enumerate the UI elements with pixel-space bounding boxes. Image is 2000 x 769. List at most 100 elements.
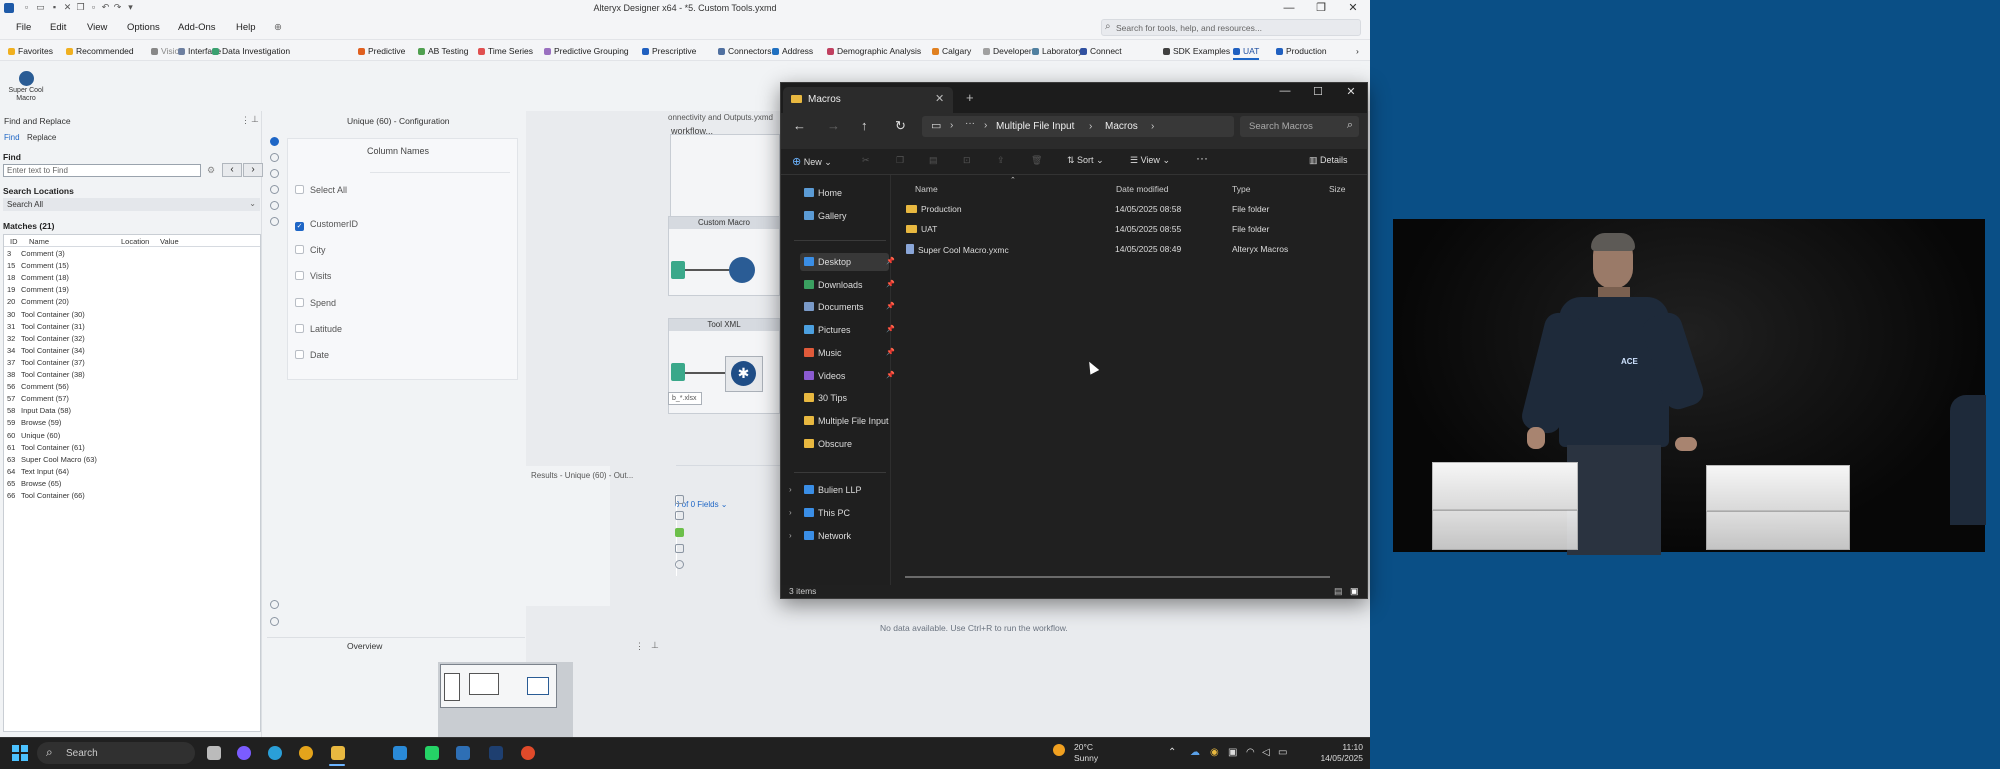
pin-icon[interactable]: 📌 bbox=[886, 325, 895, 333]
match-row[interactable]: 19 Comment (19) bbox=[7, 285, 69, 294]
ribbon-tab-uat[interactable]: UAT bbox=[1233, 46, 1260, 60]
explorer-tab-macros[interactable]: Macros ✕ bbox=[783, 87, 953, 113]
file-explorer-icon[interactable] bbox=[331, 746, 345, 760]
match-row[interactable]: 63 Super Cool Macro (63) bbox=[7, 455, 97, 464]
nav-item-home[interactable]: Home bbox=[804, 188, 842, 198]
pin-icon[interactable]: 📌 bbox=[886, 280, 895, 288]
chevron-right-icon[interactable]: › bbox=[789, 485, 792, 494]
nav-item-documents[interactable]: Documents 📌 bbox=[804, 302, 895, 312]
nav-item-pictures[interactable]: Pictures 📌 bbox=[804, 325, 895, 335]
menu-edit[interactable]: Edit bbox=[50, 22, 66, 33]
share-icon[interactable]: ⇪ bbox=[997, 155, 1005, 166]
match-row[interactable]: 3 Comment (3) bbox=[7, 249, 65, 258]
volume-icon[interactable]: ◁ bbox=[1262, 747, 1270, 758]
record-icon[interactable] bbox=[521, 746, 535, 760]
tray-app-icon[interactable]: ◉ bbox=[1210, 747, 1219, 758]
ribbon-tab-favorites[interactable]: Favorites bbox=[8, 46, 53, 56]
column-location[interactable]: Location bbox=[121, 237, 149, 246]
ribbon-tab-time-series[interactable]: Time Series bbox=[478, 46, 533, 56]
pin-icon[interactable]: 📌 bbox=[886, 302, 895, 310]
view-button[interactable]: ☰ View ⌄ bbox=[1130, 155, 1170, 166]
explorer-maximize-button[interactable]: ☐ bbox=[1303, 85, 1333, 98]
new-button[interactable]: ⊕ New ⌄ bbox=[792, 155, 832, 168]
minimize-button[interactable]: — bbox=[1274, 1, 1304, 16]
ribbon-tab-ab-testing[interactable]: AB Testing bbox=[418, 46, 468, 56]
ribbon-tab-demographic-analysis[interactable]: Demographic Analysis bbox=[827, 46, 921, 56]
tab-find[interactable]: Find bbox=[4, 133, 20, 142]
wifi-icon[interactable]: ◠ bbox=[1246, 747, 1255, 758]
find-input[interactable]: Enter text to Find bbox=[3, 164, 201, 177]
grid-icon[interactable] bbox=[675, 511, 684, 520]
configuration-icon[interactable] bbox=[270, 137, 279, 146]
more-options-icon[interactable]: ··· bbox=[1196, 151, 1208, 165]
profile-icon[interactable] bbox=[675, 560, 684, 569]
nav-item-desktop[interactable]: Desktop 📌 bbox=[804, 257, 895, 267]
column-name[interactable]: Name bbox=[29, 237, 49, 246]
ribbon-tab-predictive-grouping[interactable]: Predictive Grouping bbox=[544, 46, 629, 56]
chevron-right-icon[interactable]: › bbox=[789, 508, 792, 517]
more-options-icon[interactable]: ⋮ bbox=[241, 115, 250, 126]
scroll-tabs-right-icon[interactable]: › bbox=[1356, 46, 1359, 56]
copy-icon[interactable]: ❐ bbox=[896, 155, 904, 166]
menu-help[interactable]: Help bbox=[236, 22, 256, 33]
column-header-size[interactable]: Size bbox=[1329, 184, 1346, 194]
details-button[interactable]: ▥ Details bbox=[1309, 155, 1348, 166]
taskbar-search[interactable]: ⌕ Search bbox=[37, 742, 195, 764]
paste-icon[interactable]: ▤ bbox=[929, 155, 938, 166]
battery-icon[interactable]: ▭ bbox=[1278, 747, 1287, 758]
address-bar[interactable]: ▭ › ··· › bbox=[922, 116, 1234, 137]
pin-icon[interactable]: ⊥ bbox=[651, 640, 659, 651]
match-row[interactable]: 58 Input Data (58) bbox=[7, 406, 71, 415]
match-row[interactable]: 64 Text Input (64) bbox=[7, 467, 69, 476]
alteryx-app-icon[interactable] bbox=[489, 746, 503, 760]
find-next-button[interactable]: › bbox=[243, 163, 263, 177]
ribbon-tab-data-investigation[interactable]: Data Investigation bbox=[212, 46, 290, 56]
settings-icon[interactable] bbox=[270, 617, 279, 626]
new-tab-icon[interactable]: + bbox=[966, 90, 974, 105]
ribbon-tab-sdk-examples[interactable]: SDK Examples bbox=[1163, 46, 1230, 56]
super-cool-macro-node[interactable] bbox=[729, 257, 755, 283]
layout-icon[interactable] bbox=[270, 169, 279, 178]
column-checkbox-customerid[interactable]: ✓ CustomerID bbox=[295, 219, 358, 231]
tiles-view-icon[interactable]: ▣ bbox=[1350, 586, 1359, 597]
input-tool-icon[interactable] bbox=[671, 261, 685, 279]
match-row[interactable]: 56 Comment (56) bbox=[7, 382, 69, 391]
horizontal-scrollbar[interactable] bbox=[905, 576, 1330, 578]
custom-macro-container[interactable]: Custom Macro bbox=[668, 216, 780, 296]
explorer-close-button[interactable]: ✕ bbox=[1336, 85, 1366, 98]
column-id[interactable]: ID bbox=[10, 237, 18, 246]
match-row[interactable]: 65 Browse (65) bbox=[7, 479, 61, 488]
match-row[interactable]: 30 Tool Container (30) bbox=[7, 310, 85, 319]
pin-icon[interactable]: 📌 bbox=[886, 371, 895, 379]
workflow-tab[interactable]: onnectivity and Outputs.yxmd bbox=[668, 113, 773, 122]
table-view-icon[interactable] bbox=[675, 495, 684, 504]
data-icon[interactable] bbox=[675, 528, 684, 537]
code-icon[interactable] bbox=[270, 153, 279, 162]
match-row[interactable]: 59 Browse (59) bbox=[7, 418, 61, 427]
cache-icon[interactable] bbox=[270, 217, 279, 226]
overview-viewport[interactable] bbox=[440, 664, 557, 708]
menu-add-ons[interactable]: Add-Ons bbox=[178, 22, 216, 33]
breadcrumb-macros[interactable]: Macros bbox=[1105, 121, 1138, 132]
match-row[interactable]: 57 Comment (57) bbox=[7, 394, 69, 403]
metadata-icon[interactable] bbox=[675, 544, 684, 553]
pin-icon[interactable]: 📌 bbox=[886, 348, 895, 356]
ribbon-tab-recommended[interactable]: Recommended bbox=[66, 46, 134, 56]
onedrive-icon[interactable]: ☁ bbox=[1190, 747, 1200, 758]
delete-icon[interactable]: 🗑 bbox=[1031, 155, 1042, 166]
tab-replace[interactable]: Replace bbox=[27, 133, 56, 142]
edge-icon[interactable] bbox=[268, 746, 282, 760]
tag-icon[interactable] bbox=[270, 201, 279, 210]
column-checkbox-date[interactable]: Date bbox=[295, 350, 329, 360]
tray-app-icon[interactable]: ▣ bbox=[1228, 747, 1237, 758]
match-row[interactable]: 15 Comment (15) bbox=[7, 261, 69, 270]
match-row[interactable]: 66 Tool Container (66) bbox=[7, 491, 85, 500]
windows-start-icon[interactable] bbox=[12, 745, 28, 761]
column-header-date-modified[interactable]: Date modified bbox=[1116, 184, 1168, 194]
menu-options[interactable]: Options bbox=[127, 22, 160, 33]
notepad-icon[interactable] bbox=[393, 746, 407, 760]
back-arrow-icon[interactable]: ← bbox=[793, 118, 806, 133]
select-all-checkbox[interactable]: Select All bbox=[295, 185, 347, 195]
find-options-icon[interactable]: ⚙ bbox=[207, 165, 215, 176]
column-checkbox-spend[interactable]: Spend bbox=[295, 297, 336, 308]
